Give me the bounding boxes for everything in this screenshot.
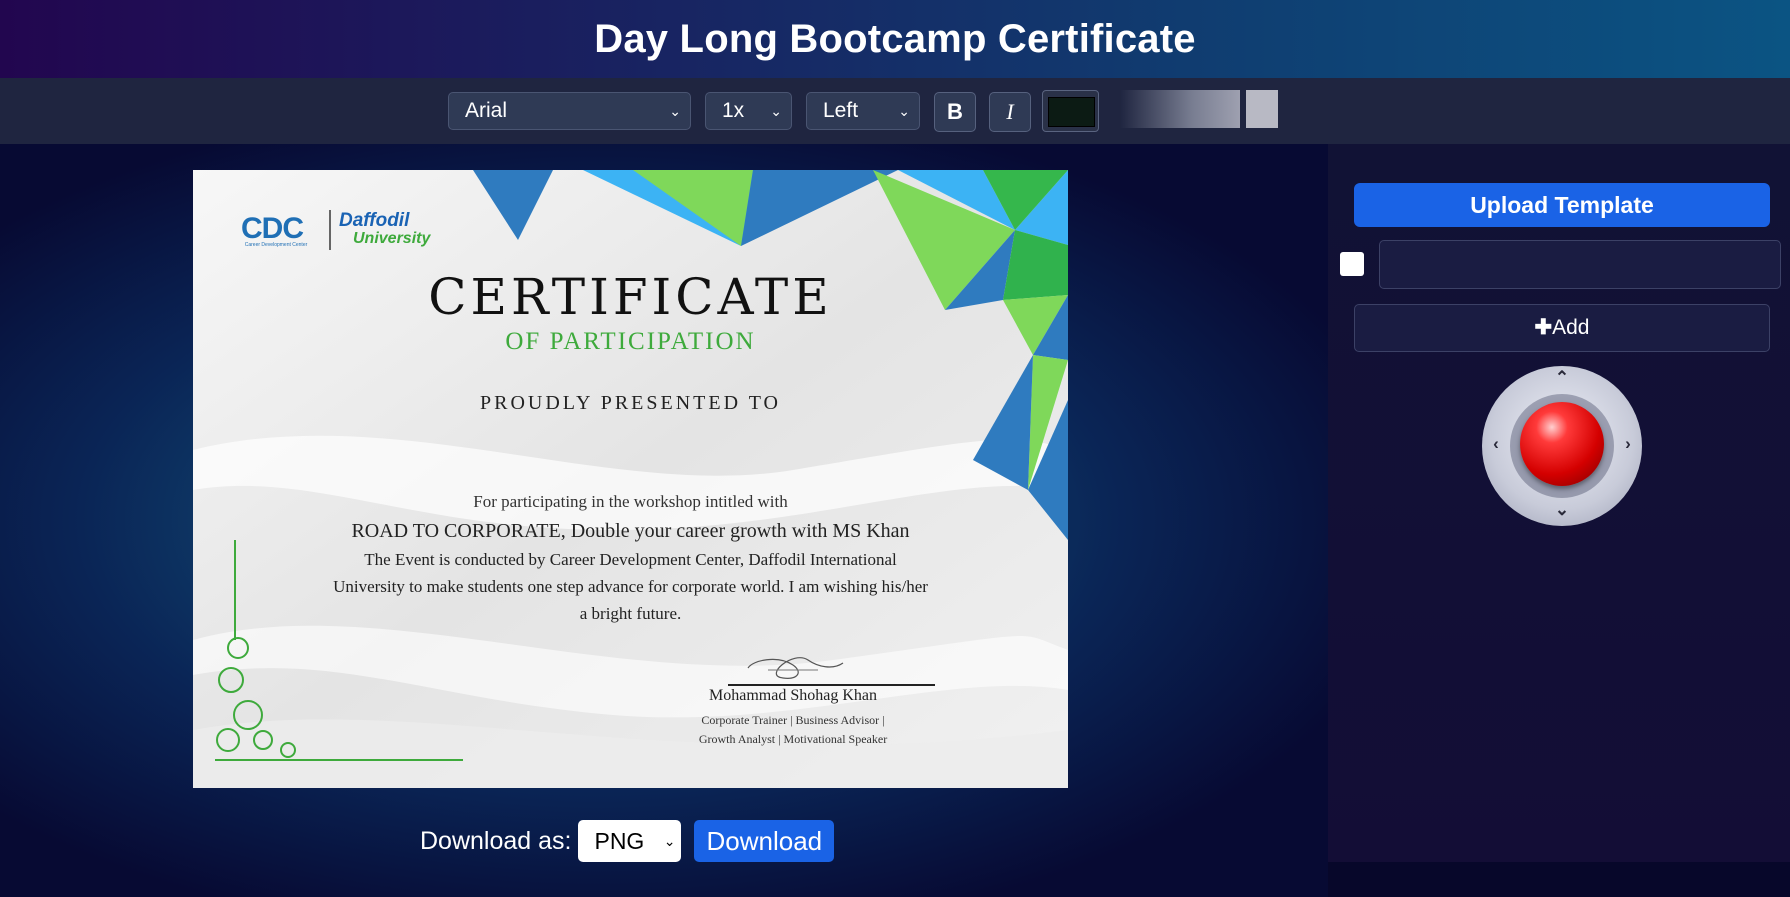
signer-name: Mohammad Shohag Khan: [709, 687, 877, 704]
download-button[interactable]: Download: [694, 820, 835, 862]
font-family-select[interactable]: Arial ⌄: [448, 92, 691, 130]
chevron-down-icon: ⌄: [770, 103, 782, 119]
add-button[interactable]: ✚Add: [1354, 304, 1770, 352]
bold-button[interactable]: B: [934, 92, 976, 132]
chevron-up-icon[interactable]: ⌃: [1552, 368, 1572, 388]
opacity-slider-thumb[interactable]: [1246, 90, 1278, 128]
certificate-subtitle: OF PARTICIPATION: [505, 328, 756, 355]
cdc-logo-subtitle: Career Development Center: [244, 242, 308, 248]
university-logo-line2: University: [353, 230, 431, 247]
signer-role: Corporate Trainer | Business Advisor |: [701, 713, 885, 727]
text-align-select[interactable]: Left ⌄: [806, 92, 920, 130]
signer-role: Growth Analyst | Motivational Speaker: [698, 732, 888, 746]
text-align-value: Left: [823, 99, 859, 122]
download-bar: Download as: PNG ⌄ Download: [420, 820, 835, 862]
italic-button[interactable]: I: [989, 92, 1031, 132]
font-size-select[interactable]: 1x ⌄: [705, 92, 792, 130]
body-text-line: The Event is conducted by Career Develop…: [364, 550, 897, 569]
chevron-down-icon: ⌄: [663, 833, 676, 849]
presented-to-text: PROUDLY PRESENTED TO: [480, 392, 781, 414]
body-text-line: a bright future.: [579, 604, 682, 623]
chevron-left-icon[interactable]: ‹: [1486, 434, 1506, 454]
opacity-slider-track[interactable]: [1120, 90, 1240, 128]
page-title: Day Long Bootcamp Certificate: [594, 16, 1196, 61]
text-toolbar: Arial ⌄ 1x ⌄ Left ⌄ B I: [0, 78, 1790, 144]
add-button-label: Add: [1552, 316, 1590, 339]
certificate-background: [193, 170, 1068, 788]
app-header: Day Long Bootcamp Certificate: [0, 0, 1790, 78]
text-color-picker[interactable]: [1042, 90, 1099, 132]
sidebar: Upload Template ✚Add ⌃ ⌄ ‹ ›: [1328, 144, 1790, 862]
text-input[interactable]: [1379, 240, 1781, 289]
chevron-down-icon[interactable]: ⌄: [1552, 500, 1572, 520]
font-family-value: Arial: [465, 99, 508, 122]
color-swatch: [1048, 97, 1095, 127]
download-label: Download as:: [420, 826, 572, 855]
format-select[interactable]: PNG ⌄: [578, 820, 682, 862]
format-value: PNG: [594, 828, 645, 854]
position-joystick[interactable]: ⌃ ⌄ ‹ ›: [1482, 366, 1642, 526]
certificate-canvas[interactable]: CDC Career Development Center Daffodil U…: [193, 170, 1068, 788]
body-text-line: University to make students one step adv…: [333, 577, 928, 596]
font-size-value: 1x: [722, 99, 745, 122]
layer-checkbox[interactable]: [1340, 252, 1364, 276]
chevron-right-icon[interactable]: ›: [1618, 434, 1638, 454]
chevron-down-icon: ⌄: [669, 103, 681, 119]
cdc-logo: CDC: [241, 212, 304, 245]
chevron-down-icon: ⌄: [898, 103, 910, 119]
plus-icon: ✚: [1534, 316, 1553, 339]
upload-template-button[interactable]: Upload Template: [1354, 183, 1770, 227]
joystick-knob[interactable]: [1520, 402, 1604, 486]
university-logo-line1: Daffodil: [339, 210, 410, 231]
intro-text: For participating in the workshop intitl…: [473, 492, 788, 511]
logo-divider: [329, 210, 331, 250]
certificate-title: CERTIFICATE: [428, 268, 833, 326]
workshop-title: ROAD TO CORPORATE, Double your career gr…: [351, 520, 910, 542]
